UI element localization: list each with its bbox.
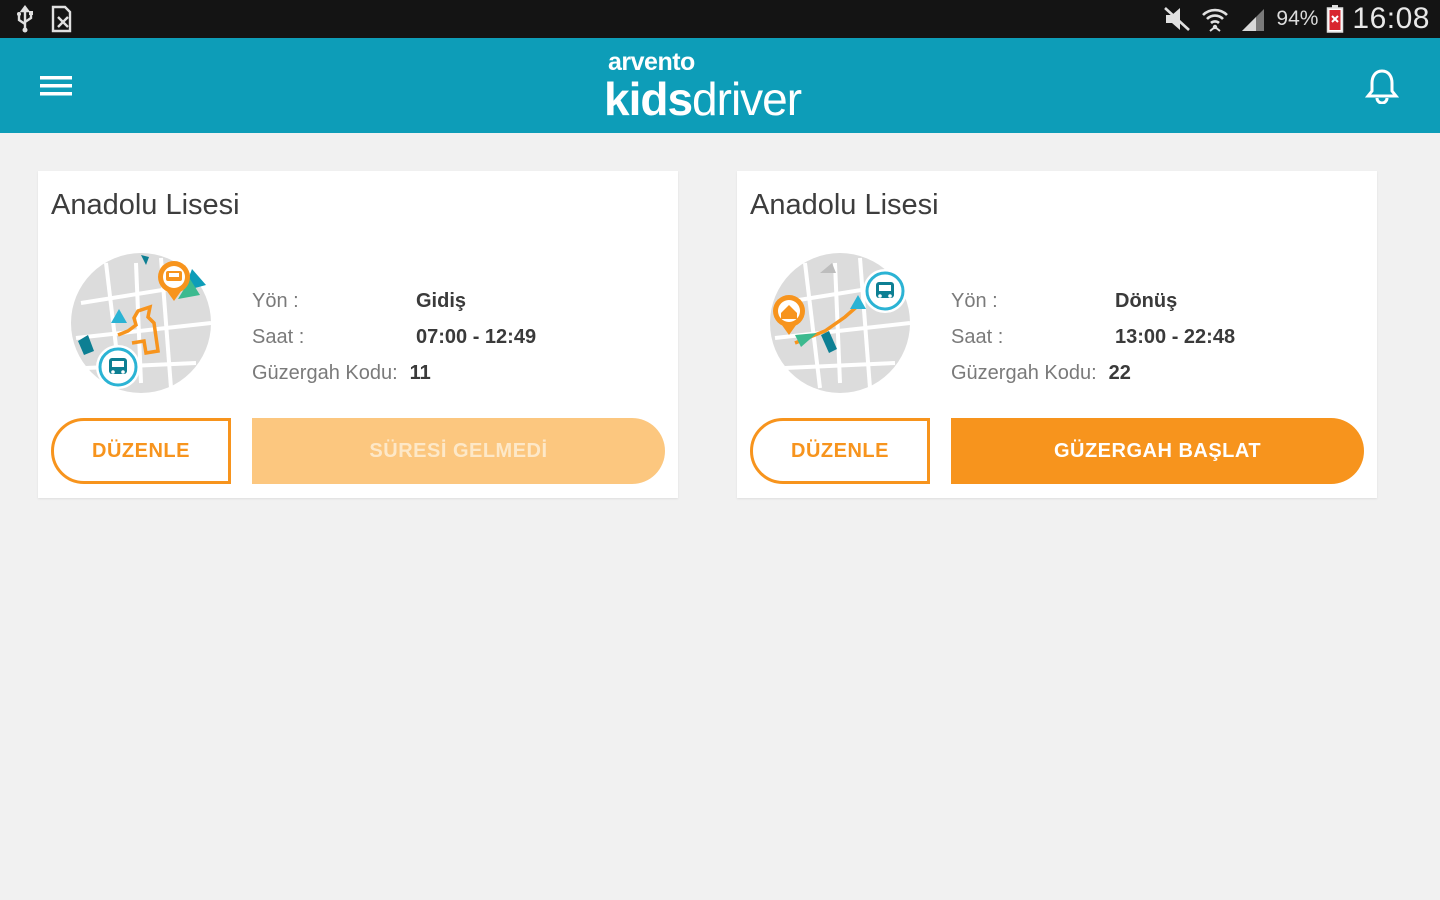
battery-percent: 94%: [1276, 7, 1319, 30]
route-return-map-icon: [765, 243, 915, 393]
direction-row: Yön : Gidiş: [252, 283, 536, 319]
direction-value: Gidiş: [416, 289, 467, 312]
direction-label: Yön :: [252, 289, 299, 312]
logo-product: kidsdriver: [604, 72, 802, 126]
logo-driver: driver: [692, 73, 802, 125]
mute-icon: [1162, 5, 1192, 33]
route-code-row: Güzergah Kodu: 22: [951, 355, 1235, 391]
school-name: Anadolu Lisesi: [750, 189, 939, 221]
route-code-row: Güzergah Kodu: 11: [252, 355, 536, 391]
app-bar: arvento kidsdriver: [0, 38, 1440, 133]
status-bar: 94% 16:08: [0, 0, 1440, 38]
route-code-value: 11: [409, 361, 431, 384]
school-name: Anadolu Lisesi: [51, 189, 240, 221]
route-code-label: Güzergah Kodu:: [252, 361, 398, 384]
edit-button[interactable]: DÜZENLE: [750, 418, 930, 484]
time-value: 07:00 - 12:49: [416, 325, 537, 348]
usb-icon: [14, 5, 36, 33]
route-code-label: Güzergah Kodu:: [951, 361, 1097, 384]
start-route-button[interactable]: GÜZERGAH BAŞLAT: [951, 418, 1364, 484]
route-code-value: 22: [1108, 361, 1131, 384]
sd-card-icon: [50, 5, 76, 33]
logo-kids: kids: [604, 73, 693, 125]
route-outbound-map-icon: [66, 243, 216, 393]
app-logo: arvento kidsdriver: [604, 48, 844, 128]
route-card: Anadolu Lisesi Yön : Gidiş Saat: 07:00 …: [38, 171, 678, 498]
wifi-icon: [1200, 5, 1230, 33]
hamburger-menu-icon: [40, 76, 72, 96]
bell-icon: [1365, 69, 1399, 104]
direction-value: Dönüş: [1115, 289, 1178, 312]
battery-icon: [1326, 4, 1344, 34]
time-value: 13:00 - 22:48: [1115, 325, 1236, 348]
route-card: Anadolu Lisesi Yön : Dönüş Saat: 13:00 …: [737, 171, 1377, 498]
notifications-button[interactable]: [1362, 66, 1402, 106]
time-label: Saat :: [252, 325, 305, 348]
not-yet-time-button[interactable]: SÜRESİ GELMEDİ: [252, 418, 665, 484]
time-row: Saat : 13:00 - 22:48: [951, 319, 1235, 355]
cell-signal-icon: [1238, 5, 1268, 33]
menu-button[interactable]: [34, 68, 78, 104]
direction-row: Yön : Dönüş: [951, 283, 1235, 319]
route-info: Yön : Dönüş Saat : 13:00 - 22:48 Güzerga…: [951, 283, 1235, 391]
route-info: Yön : Gidiş Saat : 07:00 - 12:49 Güzerga…: [252, 283, 536, 391]
clock: 16:08: [1352, 2, 1430, 35]
time-label: Saat :: [951, 325, 1004, 348]
direction-label: Yön :: [951, 289, 998, 312]
edit-button[interactable]: DÜZENLE: [51, 418, 231, 484]
time-row: Saat : 07:00 - 12:49: [252, 319, 536, 355]
